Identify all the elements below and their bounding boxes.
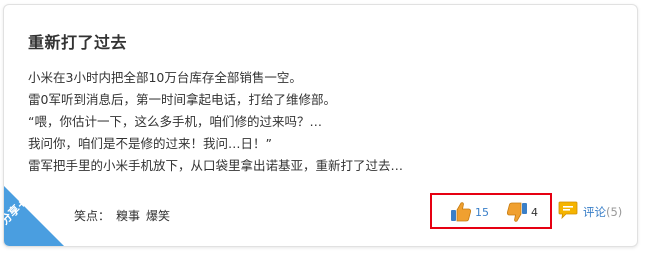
tag-link[interactable]: 糗事	[116, 209, 140, 223]
share-ribbon[interactable]: 分享+	[4, 186, 64, 246]
tags-label: 笑点：	[74, 209, 111, 223]
downvote-count: 4	[531, 205, 538, 219]
post-body: 小米在3小时内把全部10万台库存全部销售一空。 雷0军听到消息后，第一时间拿起电…	[28, 67, 617, 177]
downvote-button[interactable]: 4	[506, 200, 538, 224]
post-line: 雷0军听到消息后，第一时间拿起电话，打给了维修部。	[28, 92, 336, 107]
vote-highlight-box: 15 4	[430, 193, 552, 229]
post-line: “喂，你估计一下，这么多手机，咱们修的过来吗？…	[28, 114, 322, 129]
post-line: 雷军把手里的小米手机放下，从口袋里拿出诺基亚，重新打了过去…	[28, 158, 404, 173]
comment-button[interactable]: 评论 (5)	[558, 201, 622, 222]
thumbs-down-icon	[506, 201, 528, 223]
post-title: 重新打了过去	[28, 33, 128, 52]
tag-link[interactable]: 爆笑	[146, 209, 170, 223]
upvote-button[interactable]: 15	[450, 200, 489, 224]
comment-label[interactable]: 评论	[583, 204, 606, 220]
upvote-count: 15	[475, 205, 489, 219]
tags-row: 笑点： 糗事 爆笑	[74, 207, 170, 224]
thumbs-up-icon	[450, 201, 472, 223]
post-line: 我问你，咱们是不是修的过来！我问…日！”	[28, 136, 272, 151]
comment-bubble-icon	[558, 201, 578, 222]
joke-card: 重新打了过去 小米在3小时内把全部10万台库存全部销售一空。 雷0军听到消息后，…	[3, 4, 638, 247]
comment-count: (5)	[606, 204, 623, 219]
post-line: 小米在3小时内把全部10万台库存全部销售一空。	[28, 70, 302, 85]
